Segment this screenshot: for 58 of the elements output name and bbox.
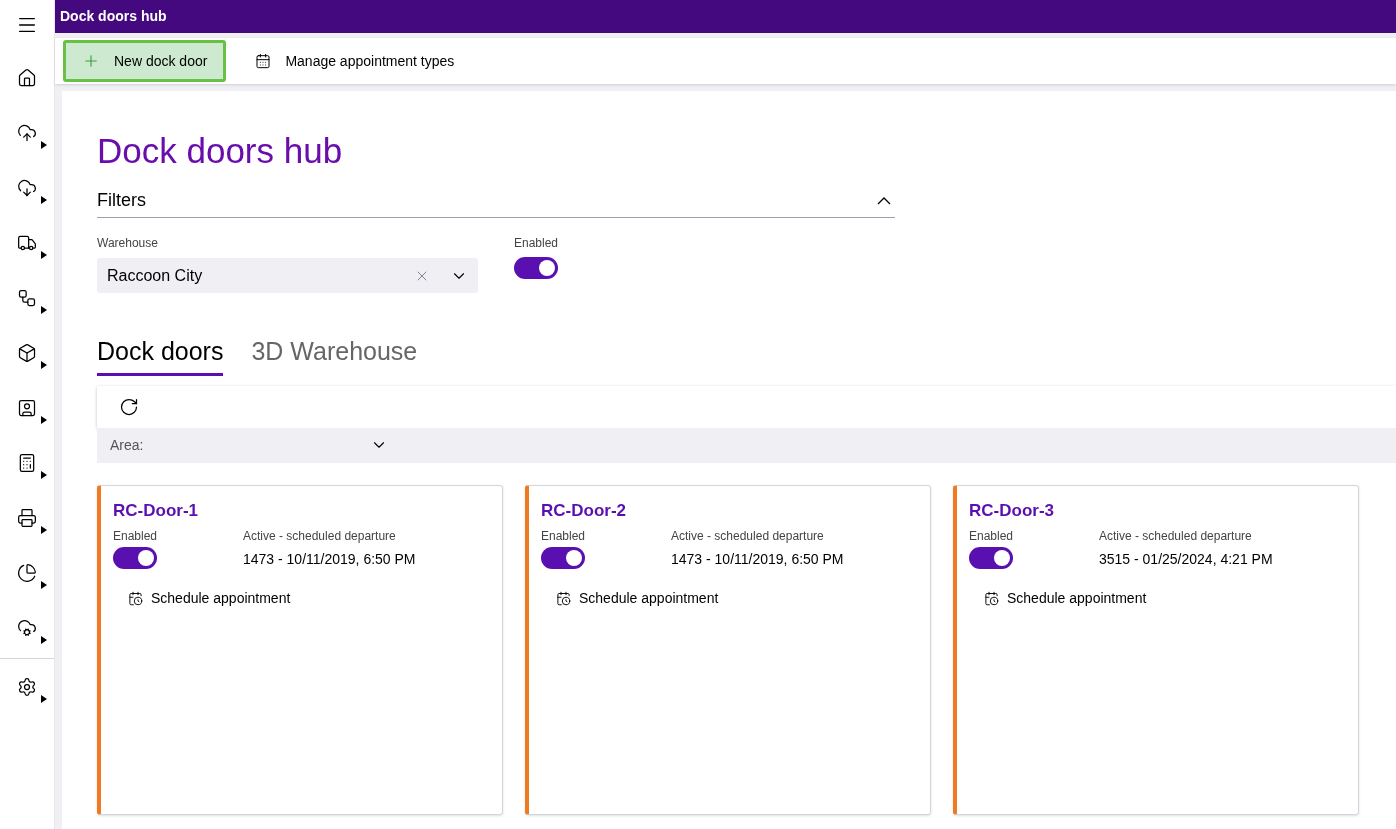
settings-icon[interactable] — [17, 676, 37, 697]
chart-icon[interactable] — [17, 562, 37, 583]
home-icon[interactable] — [17, 67, 37, 88]
calendar-clock-icon — [984, 591, 999, 606]
page-title: Dock doors hub — [97, 130, 344, 172]
calendar-clock-icon — [128, 591, 143, 606]
submenu-caret-icon — [41, 471, 47, 479]
submenu-caret-icon — [41, 306, 47, 314]
area-filter[interactable]: Area: — [97, 427, 1396, 463]
submenu-caret-icon — [41, 416, 47, 424]
field-label: Enabled — [969, 528, 1015, 545]
schedule-appointment-link[interactable]: Schedule appointment — [556, 588, 719, 609]
chevron-up-icon — [877, 196, 891, 205]
submenu-caret-icon — [41, 695, 47, 703]
status-value: 3515 - 01/25/2024, 4:21 PM — [1099, 550, 1273, 569]
submenu-caret-icon — [41, 141, 47, 149]
submenu-caret-icon — [41, 636, 47, 644]
cloud-sync-icon[interactable] — [17, 617, 37, 638]
app-title: Dock doors hub — [60, 7, 167, 26]
submenu-caret-icon — [41, 526, 47, 534]
status-value: 1473 - 10/11/2019, 6:50 PM — [671, 550, 844, 569]
plus-icon — [82, 52, 100, 70]
cloud-download-icon[interactable] — [17, 177, 37, 198]
tab[interactable]: 3D Warehouse — [251, 333, 418, 376]
submenu-caret-icon — [41, 361, 47, 369]
status-label: Active - scheduled departure — [243, 528, 397, 545]
door-title[interactable]: RC-Door-2 — [541, 497, 918, 523]
door-title[interactable]: RC-Door-3 — [969, 497, 1346, 523]
tab[interactable]: Dock doors — [97, 333, 224, 376]
refresh-icon[interactable] — [119, 396, 139, 417]
field-label: Warehouse — [97, 235, 159, 252]
toggle-switch[interactable] — [541, 547, 585, 569]
filters-header[interactable]: Filters — [97, 187, 895, 218]
toggle-switch[interactable] — [514, 257, 558, 279]
user-card-icon[interactable] — [17, 397, 37, 418]
warehouse-combobox[interactable]: Raccoon City — [97, 258, 478, 293]
door-title[interactable]: RC-Door-1 — [113, 497, 490, 523]
action-button[interactable]: New dock door — [63, 40, 227, 82]
calendar-clock-icon — [556, 591, 571, 606]
schedule-appointment-link[interactable]: Schedule appointment — [984, 588, 1147, 609]
submenu-caret-icon — [41, 581, 47, 589]
field-label: Enabled — [514, 235, 559, 252]
calendar-icon — [255, 53, 272, 69]
toggle-switch[interactable] — [113, 547, 157, 569]
calculator-icon[interactable] — [17, 452, 37, 473]
field-label: Enabled — [113, 528, 159, 545]
submenu-caret-icon — [41, 196, 47, 204]
submenu-caret-icon — [41, 251, 47, 259]
printer-icon[interactable] — [17, 507, 37, 528]
schedule-appointment-link[interactable]: Schedule appointment — [128, 588, 291, 609]
workflow-icon[interactable] — [17, 287, 37, 308]
box-icon[interactable] — [17, 342, 37, 363]
cloud-upload-icon[interactable] — [17, 122, 37, 143]
status-label: Active - scheduled departure — [1099, 528, 1253, 545]
status-value: 1473 - 10/11/2019, 6:50 PM — [243, 550, 416, 569]
toggle-switch[interactable] — [969, 547, 1013, 569]
field-label: Enabled — [541, 528, 587, 545]
status-label: Active - scheduled departure — [671, 528, 825, 545]
